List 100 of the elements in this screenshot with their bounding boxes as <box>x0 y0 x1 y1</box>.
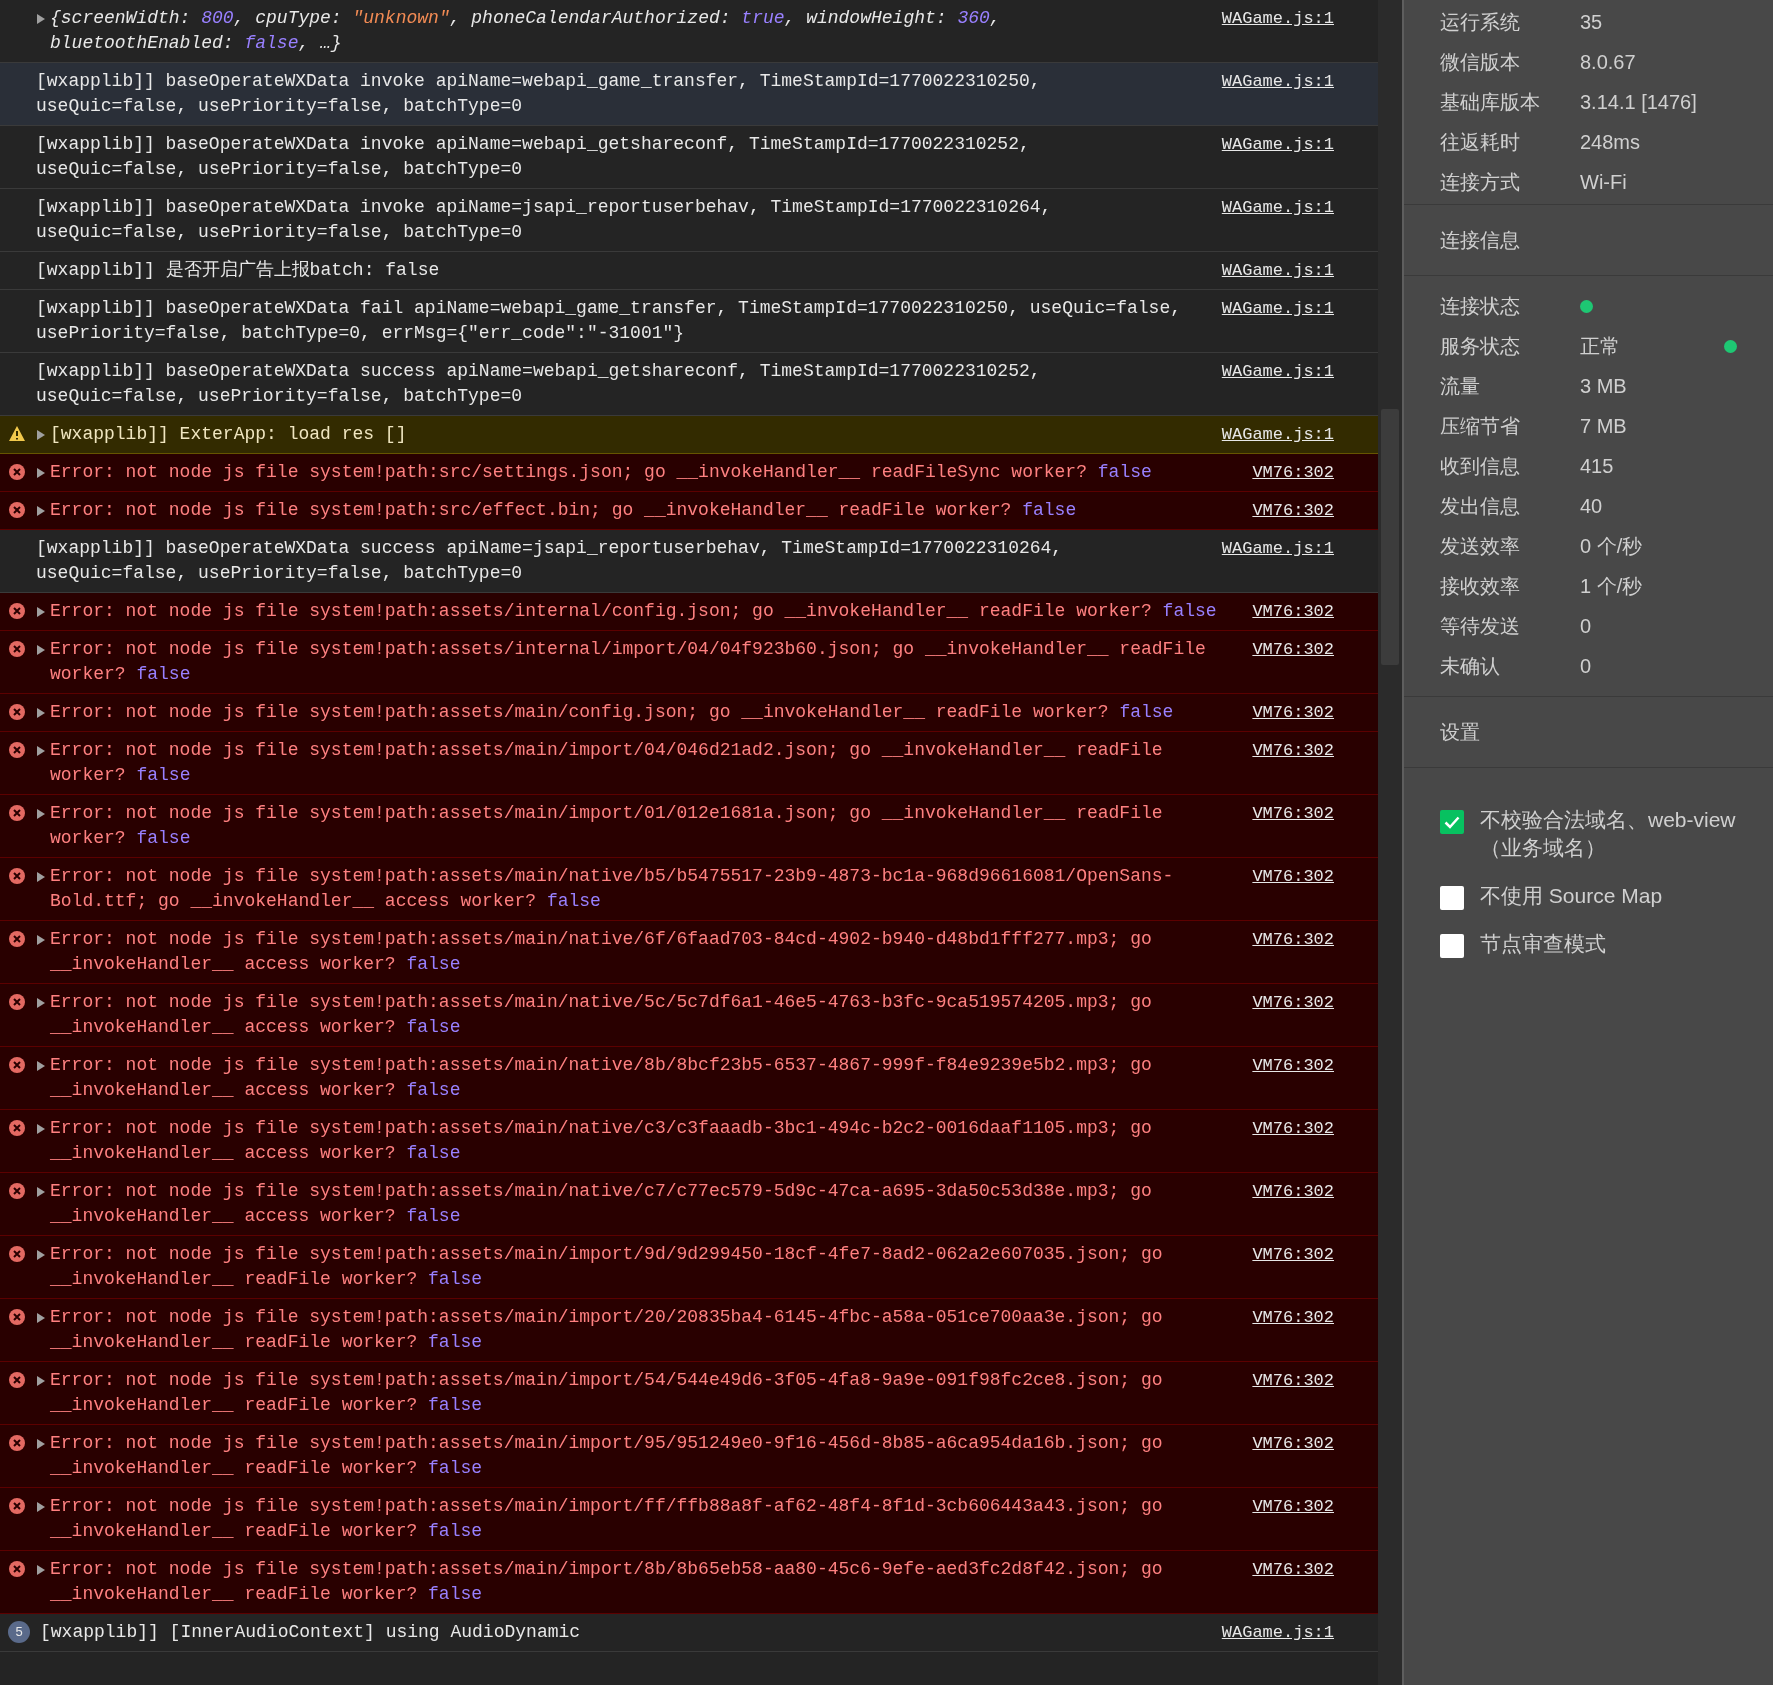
error-icon <box>8 1056 26 1074</box>
source-link[interactable]: VM76:302 <box>1252 1179 1334 1204</box>
info-label: 服务状态 <box>1440 334 1521 359</box>
checkbox[interactable] <box>1440 810 1464 834</box>
error-icon <box>8 867 26 885</box>
log-message: Error: not node js file system!path:assets/internal/config.json; go __invokeHandler__ readFile worker? false <box>50 600 1218 623</box>
source-link[interactable]: VM76:302 <box>1252 1431 1334 1456</box>
expand-triangle-icon[interactable] <box>36 1501 46 1513</box>
info-label: 收到信息 <box>1440 454 1521 479</box>
log-message: [wxapplib]] baseOperateWXData fail apiName=webapi_game_transfer, TimeStampId=1770022310250, useQuic=false, usePriority=false, batchType=0, errMsg={"err_code":"-31001"} <box>36 297 1182 345</box>
error-icon <box>8 602 26 620</box>
source-link[interactable]: WAGame.js:1 <box>1221 422 1334 447</box>
log-message: Error: not node js file system!path:assets/main/native/b5/b5475517-23b9-4873-bc1a-968d96616081/OpenSans-Bold.ttf; go __invokeHandler__ access worker? false <box>50 865 1175 913</box>
source-link[interactable]: VM76:302 <box>1252 864 1334 889</box>
expand-triangle-icon[interactable] <box>36 467 46 479</box>
source-link[interactable]: WAGame.js:1 <box>1221 132 1334 157</box>
expand-triangle-icon[interactable] <box>36 13 46 25</box>
source-link[interactable]: VM76:302 <box>1252 1494 1334 1519</box>
source-link[interactable]: VM76:302 <box>1252 637 1334 662</box>
expand-triangle-icon[interactable] <box>36 1438 46 1450</box>
source-link[interactable]: WAGame.js:1 <box>1221 1620 1334 1645</box>
source-link[interactable]: WAGame.js:1 <box>1221 258 1334 283</box>
source-link[interactable]: WAGame.js:1 <box>1221 359 1334 384</box>
expand-triangle-icon[interactable] <box>36 1123 46 1135</box>
info-label: 压缩节省 <box>1440 414 1521 439</box>
error-icon <box>8 993 26 1011</box>
source-link[interactable]: VM76:302 <box>1252 599 1334 624</box>
source-link[interactable]: VM76:302 <box>1252 1305 1334 1330</box>
log-message: [wxapplib]] baseOperateWXData invoke apiName=jsapi_reportuserbehav, TimeStampId=1770022310264, useQuic=false, usePriority=false, batchType=0 <box>36 196 1053 244</box>
log-message: [wxapplib]] baseOperateWXData invoke apiName=webapi_getshareconf, TimeStampId=1770022310252, useQuic=false, usePriority=false, batchType=0 <box>36 133 1031 181</box>
log-message: Error: not node js file system!path:src/effect.bin; go __invokeHandler__ readFile worker? false <box>50 499 1078 522</box>
section-title: 连接信息 <box>1440 229 1520 251</box>
expand-triangle-icon[interactable] <box>36 1186 46 1198</box>
expand-triangle-icon[interactable] <box>36 808 46 820</box>
error-icon <box>8 703 26 721</box>
source-link[interactable]: VM76:302 <box>1252 927 1334 952</box>
source-link[interactable]: VM76:302 <box>1252 460 1334 485</box>
expand-triangle-icon[interactable] <box>36 505 46 517</box>
info-value: 0 <box>1580 654 1592 679</box>
source-link[interactable]: VM76:302 <box>1252 801 1334 826</box>
info-value: 正常 <box>1580 334 1620 359</box>
log-message: Error: not node js file system!path:assets/main/native/8b/8bcf23b5-6537-4867-999f-f84e9239e5b2.mp3; go __invokeHandler__ access worker? false <box>50 1054 1153 1102</box>
source-link[interactable]: VM76:302 <box>1252 498 1334 523</box>
source-link[interactable]: WAGame.js:1 <box>1221 536 1334 561</box>
source-link[interactable]: VM76:302 <box>1252 1053 1334 1078</box>
log-message: [wxapplib]] baseOperateWXData success apiName=jsapi_reportuserbehav, TimeStampId=1770022310264, useQuic=false, usePriority=false, batchType=0 <box>36 537 1064 585</box>
log-message: Error: not node js file system!path:assets/internal/import/04/04f923b60.json; go __invokeHandler__ readFile worker? false <box>50 638 1207 686</box>
source-link[interactable]: VM76:302 <box>1252 1368 1334 1393</box>
log-message: Error: not node js file system!path:assets/main/config.json; go __invokeHandler__ readFile worker? false <box>50 701 1175 724</box>
expand-triangle-icon[interactable] <box>36 745 46 757</box>
setting-label: 不校验合法域名、web-view（业务域名） <box>1480 807 1737 861</box>
source-link[interactable]: VM76:302 <box>1252 738 1334 763</box>
error-icon <box>8 1308 26 1326</box>
info-label: 连接方式 <box>1440 170 1521 195</box>
source-link[interactable]: WAGame.js:1 <box>1221 296 1334 321</box>
log-message: [wxapplib]] ExterApp: load res [] <box>50 423 408 446</box>
checkbox[interactable] <box>1440 934 1464 958</box>
info-label: 未确认 <box>1440 654 1501 679</box>
repeat-count-badge: 5 <box>8 1621 30 1643</box>
expand-triangle-icon[interactable] <box>36 707 46 719</box>
log-message: [wxapplib]] [InnerAudioContext] using AudioDynamic <box>40 1621 582 1644</box>
source-link[interactable]: VM76:302 <box>1252 1557 1334 1582</box>
error-icon <box>8 1182 26 1200</box>
expand-triangle-icon[interactable] <box>36 429 46 441</box>
source-link[interactable]: VM76:302 <box>1252 1116 1334 1141</box>
source-link[interactable]: VM76:302 <box>1252 700 1334 725</box>
log-message: Error: not node js file system!path:assets/main/native/6f/6faad703-84cd-4902-b940-d48bd1fff277.mp3; go __invokeHandler__ access worker? false <box>50 928 1153 976</box>
warning-icon <box>8 425 26 442</box>
error-icon <box>8 1560 26 1578</box>
source-link[interactable]: WAGame.js:1 <box>1221 6 1334 31</box>
info-value: 35 <box>1580 10 1603 35</box>
expand-triangle-icon[interactable] <box>36 997 46 1009</box>
source-link[interactable]: WAGame.js:1 <box>1221 69 1334 94</box>
log-message: Error: not node js file system!path:assets/main/native/c7/c77ec579-5d9c-47ca-a695-3da50c53d38e.mp3; go __invokeHandler__ access worker? false <box>50 1180 1153 1228</box>
info-label: 发出信息 <box>1440 494 1521 519</box>
expand-triangle-icon[interactable] <box>36 1249 46 1261</box>
expand-triangle-icon[interactable] <box>36 934 46 946</box>
source-link[interactable]: WAGame.js:1 <box>1221 195 1334 220</box>
setting-label: 不使用 Source Map <box>1480 883 1663 909</box>
error-icon <box>8 1497 26 1515</box>
info-value: 40 <box>1580 494 1603 519</box>
expand-triangle-icon[interactable] <box>36 1060 46 1072</box>
expand-triangle-icon[interactable] <box>36 1312 46 1324</box>
expand-triangle-icon[interactable] <box>36 1375 46 1387</box>
error-icon <box>8 640 26 658</box>
expand-triangle-icon[interactable] <box>36 644 46 656</box>
expand-triangle-icon[interactable] <box>36 871 46 883</box>
expand-triangle-icon[interactable] <box>36 1564 46 1576</box>
setting-label: 节点审查模式 <box>1480 931 1606 957</box>
info-value: 0 个/秒 <box>1580 534 1643 559</box>
expand-triangle-icon[interactable] <box>36 606 46 618</box>
error-icon <box>8 1119 26 1137</box>
checkbox[interactable] <box>1440 886 1464 910</box>
log-message: Error: not node js file system!path:assets/main/import/20/20835ba4-6145-4fbc-a58a-051ce700aa3e.json; go __invokeHandler__ readFile worker? false <box>50 1306 1164 1354</box>
log-message: Error: not node js file system!path:assets/main/import/8b/8b65eb58-aa80-45c6-9efe-aed3fc2d8f42.json; go __invokeHandler__ readFile worker? false <box>50 1558 1164 1606</box>
source-link[interactable]: VM76:302 <box>1252 990 1334 1015</box>
log-message: Error: not node js file system!path:assets/main/native/c3/c3faaadb-3bc1-494c-b2c2-0016daaf1105.mp3; go __invokeHandler__ access worker? false <box>50 1117 1153 1165</box>
info-value: 8.0.67 <box>1580 50 1636 75</box>
source-link[interactable]: VM76:302 <box>1252 1242 1334 1267</box>
log-message: Error: not node js file system!path:src/settings.json; go __invokeHandler__ readFileSync worker? false <box>50 461 1153 484</box>
